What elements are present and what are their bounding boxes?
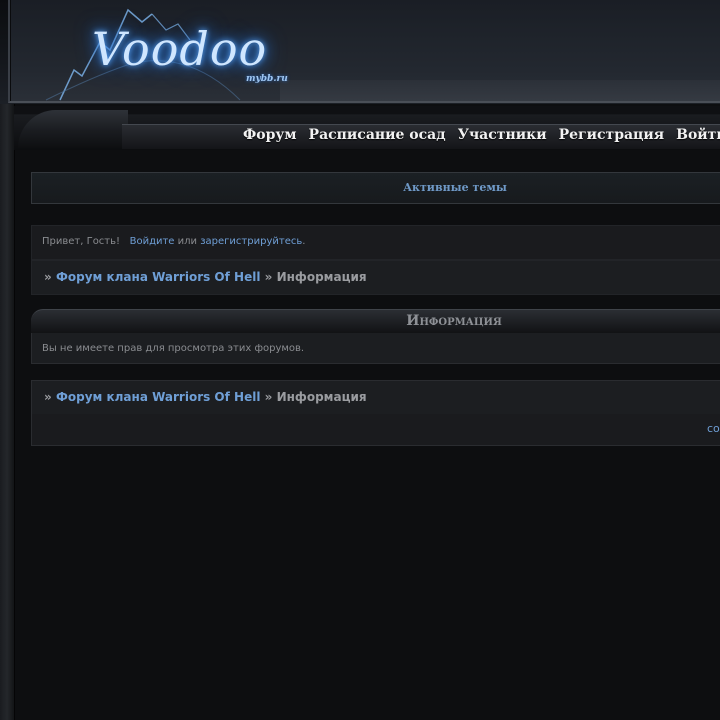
breadcrumb-current-bottom: Информация bbox=[276, 390, 367, 404]
or-text: или bbox=[177, 236, 198, 247]
breadcrumb: » Форум клана Warriors Of Hell » Информа… bbox=[31, 260, 720, 295]
nav-bevel bbox=[18, 110, 128, 148]
register-link[interactable]: зарегистрируйтесь bbox=[200, 236, 302, 247]
active-topics-bar: Активные темы bbox=[31, 172, 720, 204]
active-topics-link[interactable]: Активные темы bbox=[32, 181, 720, 194]
breadcrumb-separator: » bbox=[44, 390, 52, 404]
nav-item-members[interactable]: Участники bbox=[458, 127, 547, 145]
footer-row: co bbox=[31, 414, 720, 446]
breadcrumb-separator: » bbox=[264, 270, 273, 284]
breadcrumb-separator: » bbox=[44, 270, 52, 284]
welcome-line: Привет, Гость! Войдите или зарегистрируй… bbox=[42, 236, 305, 247]
period-text: . bbox=[302, 236, 306, 247]
nav-item-forum[interactable]: Форум bbox=[243, 127, 297, 145]
header-strip bbox=[280, 80, 720, 101]
nav-item-siege-schedule[interactable]: Расписание осад bbox=[309, 127, 446, 145]
section-body: Вы не имеете прав для просмотра этих фор… bbox=[31, 333, 720, 364]
footer-link[interactable]: co bbox=[707, 422, 720, 435]
greeting-text: Привет, Гость! bbox=[42, 236, 121, 247]
breadcrumb-separator: » bbox=[264, 390, 273, 404]
header: Voodoo mybb.ru bbox=[0, 0, 720, 104]
main-nav: Форум Расписание осад Участники Регистра… bbox=[243, 127, 720, 145]
breadcrumb-line-bottom: » Форум клана Warriors Of Hell » Информа… bbox=[44, 390, 367, 404]
logo-text[interactable]: Voodoo bbox=[92, 22, 267, 76]
page: Voodoo mybb.ru Форум Расписание осад Уча… bbox=[0, 0, 720, 720]
section-header: Информация bbox=[31, 309, 720, 334]
breadcrumb-forum-link[interactable]: Форум клана Warriors Of Hell bbox=[56, 270, 261, 284]
breadcrumb-current: Информация bbox=[276, 270, 367, 284]
section-title: Информация bbox=[406, 313, 502, 329]
login-link[interactable]: Войдите bbox=[130, 236, 175, 247]
breadcrumb-bottom: » Форум клана Warriors Of Hell » Информа… bbox=[31, 380, 720, 415]
breadcrumb-line: » Форум клана Warriors Of Hell » Информа… bbox=[44, 270, 367, 284]
no-permission-message: Вы не имеете прав для просмотра этих фор… bbox=[42, 343, 305, 354]
nav-item-register[interactable]: Регистрация bbox=[559, 127, 665, 145]
breadcrumb-forum-link-bottom[interactable]: Форум клана Warriors Of Hell bbox=[56, 390, 261, 404]
welcome-box: Привет, Гость! Войдите или зарегистрируй… bbox=[31, 225, 720, 260]
left-rail bbox=[0, 104, 15, 720]
nav-item-login[interactable]: Войти bbox=[676, 127, 720, 145]
logo-subtitle: mybb.ru bbox=[246, 74, 288, 84]
